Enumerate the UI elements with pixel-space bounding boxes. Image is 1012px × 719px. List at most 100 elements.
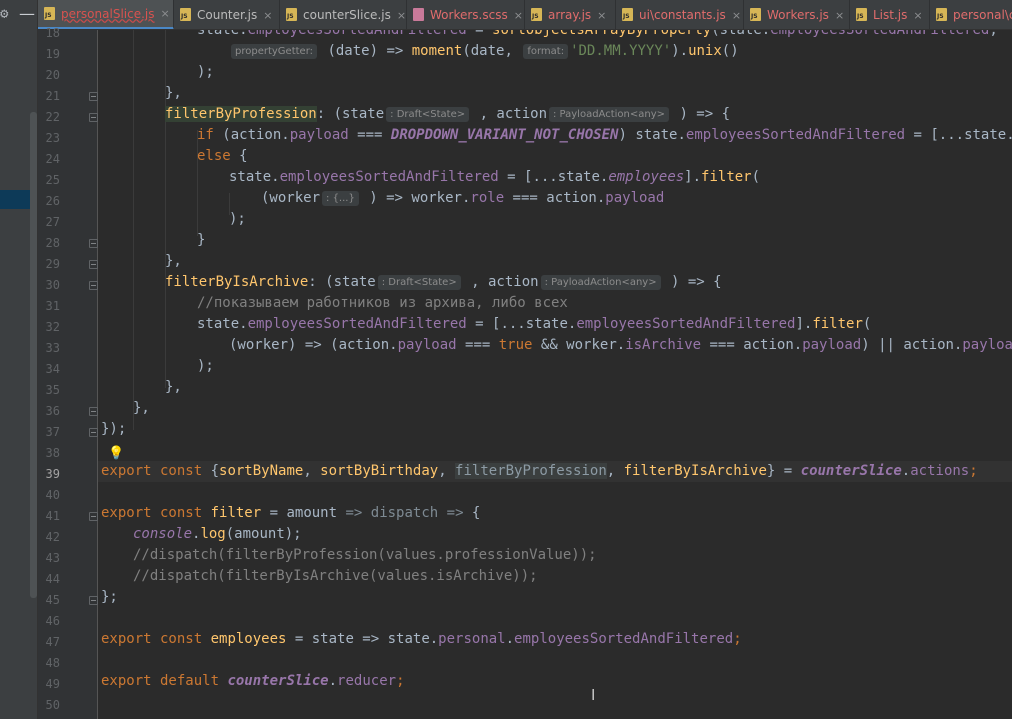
tab-label: personalSlice.js bbox=[61, 6, 155, 21]
line-number: 19 bbox=[45, 47, 60, 61]
code-line-35[interactable]: }, bbox=[165, 377, 182, 398]
code-line-23[interactable]: if (action.payload === DROPDOWN_VARIANT_… bbox=[197, 125, 1012, 146]
line-number: 43 bbox=[45, 551, 60, 565]
close-icon[interactable]: × bbox=[263, 9, 272, 22]
code-line-32[interactable]: state.employeesSortedAndFiltered = [...s… bbox=[197, 314, 871, 335]
code-line-42[interactable]: console.log(amount); bbox=[133, 524, 302, 545]
line-number: 41 bbox=[45, 509, 60, 523]
line-number: 24 bbox=[45, 152, 60, 166]
type-hint: : PayloadAction<any> bbox=[549, 107, 670, 122]
code-line-47[interactable]: export const employees = state => state.… bbox=[101, 629, 742, 650]
line-number: 25 bbox=[45, 173, 60, 187]
tab-workers-scss[interactable]: Workers.scss × bbox=[407, 0, 525, 29]
type-hint: : Draft<State> bbox=[377, 275, 461, 290]
tab-ui-constants[interactable]: JS ui\constants.js × bbox=[616, 0, 744, 29]
line-number: 42 bbox=[45, 530, 60, 544]
code-line-21[interactable]: }, bbox=[165, 83, 182, 104]
code-line-20[interactable]: ); bbox=[197, 62, 214, 83]
project-toolbar: ⚙ — bbox=[0, 0, 38, 30]
fold-marker-icon[interactable] bbox=[89, 512, 98, 521]
code-line-36[interactable]: }, bbox=[133, 398, 150, 419]
parameter-hint: propertyGetter: bbox=[231, 44, 318, 59]
close-icon[interactable]: × bbox=[514, 9, 523, 22]
code-line-30[interactable]: filterByIsArchive: (state: Draft<State> … bbox=[165, 272, 722, 293]
line-number: 47 bbox=[45, 635, 60, 649]
code-line-25[interactable]: state.employeesSortedAndFiltered = [...s… bbox=[229, 167, 760, 188]
line-number: 44 bbox=[45, 572, 60, 586]
tab-label: Counter.js bbox=[197, 8, 258, 22]
tab-label: Workers.scss bbox=[430, 8, 508, 22]
fold-marker-icon[interactable] bbox=[89, 281, 98, 290]
tab-label: ui\constants.js bbox=[639, 8, 726, 22]
fold-marker-icon[interactable] bbox=[89, 428, 98, 437]
line-number: 46 bbox=[45, 614, 60, 628]
fold-marker-icon[interactable] bbox=[89, 596, 98, 605]
line-number: 28 bbox=[45, 236, 60, 250]
line-number: 21 bbox=[45, 89, 60, 103]
code-line-24[interactable]: else { bbox=[197, 146, 248, 167]
tab-label: personal\c bbox=[953, 8, 1012, 22]
editor-tab-bar: JS personalSlice.js × JS Counter.js × JS… bbox=[38, 0, 1012, 30]
code-line-31[interactable]: //показываем работников из архива, либо … bbox=[197, 293, 568, 314]
code-line-26[interactable]: (worker: {...} ) => worker.role === acti… bbox=[261, 188, 664, 209]
scss-file-icon bbox=[413, 8, 426, 22]
line-number: 22 bbox=[45, 110, 60, 124]
code-line-43[interactable]: //dispatch(filterByProfession(values.pro… bbox=[133, 545, 597, 566]
fold-marker-icon[interactable] bbox=[89, 260, 98, 269]
code-line-39[interactable]: export const {sortByName, sortByBirthday… bbox=[101, 461, 978, 482]
type-hint: : PayloadAction<any> bbox=[540, 275, 661, 290]
fold-marker-icon[interactable] bbox=[89, 113, 98, 122]
code-line-34[interactable]: ); bbox=[197, 356, 214, 377]
code-editor[interactable]: state.employeesSortedAndFiltered = sortO… bbox=[98, 30, 1012, 719]
code-line-22[interactable]: filterByProfession: (state: Draft<State>… bbox=[165, 104, 730, 125]
tab-label: array.js bbox=[548, 8, 592, 22]
tab-counter[interactable]: JS Counter.js × bbox=[174, 0, 280, 29]
tab-label: List.js bbox=[873, 8, 908, 22]
close-icon[interactable]: × bbox=[732, 9, 741, 22]
line-number-gutter: 18 19 20 21 22 23 24 25 26 27 28 29 30 3… bbox=[38, 26, 124, 719]
type-hint: : {...} bbox=[322, 191, 359, 206]
code-line-49[interactable]: export default counterSlice.reducer; bbox=[101, 671, 405, 692]
project-scrollbar[interactable] bbox=[30, 112, 37, 598]
line-number: 30 bbox=[45, 278, 60, 292]
line-number: 38 bbox=[45, 446, 60, 460]
gear-icon[interactable]: ⚙ bbox=[0, 7, 13, 21]
close-icon[interactable]: × bbox=[835, 9, 844, 22]
line-number: 49 bbox=[45, 677, 60, 691]
close-icon[interactable]: × bbox=[397, 9, 406, 22]
line-number: 31 bbox=[45, 299, 60, 313]
tab-label: Workers.js bbox=[767, 8, 829, 22]
code-line-28[interactable]: } bbox=[197, 230, 205, 251]
js-file-icon: JS bbox=[180, 8, 193, 22]
code-line-27[interactable]: ); bbox=[229, 209, 246, 230]
line-number: 45 bbox=[45, 593, 60, 607]
line-number: 34 bbox=[45, 362, 60, 376]
js-file-icon: JS bbox=[622, 8, 635, 22]
minimize-icon[interactable]: — bbox=[19, 6, 35, 22]
tab-personal-c[interactable]: JS personal\c bbox=[930, 0, 1012, 29]
code-line-19[interactable]: propertyGetter: (date) => moment(date, f… bbox=[229, 41, 739, 62]
tab-counterslice[interactable]: JS counterSlice.js × bbox=[280, 0, 407, 29]
code-line-33[interactable]: (worker) => (action.payload === true && … bbox=[229, 335, 1012, 356]
close-icon[interactable]: × bbox=[597, 9, 606, 22]
code-line-18[interactable]: state.employeesSortedAndFiltered = sortO… bbox=[197, 30, 1012, 41]
selected-tree-row[interactable] bbox=[0, 190, 30, 209]
fold-marker-icon[interactable] bbox=[89, 407, 98, 416]
code-line-44[interactable]: //dispatch(filterByIsArchive(values.isAr… bbox=[133, 566, 538, 587]
code-line-41[interactable]: export const filter = amount => dispatch… bbox=[101, 503, 480, 524]
line-number: 18 bbox=[45, 26, 60, 40]
line-number: 27 bbox=[45, 215, 60, 229]
js-file-icon: JS bbox=[44, 6, 57, 21]
code-line-37[interactable]: }); bbox=[101, 419, 126, 440]
close-icon[interactable]: × bbox=[913, 9, 922, 22]
code-line-29[interactable]: }, bbox=[165, 251, 182, 272]
tab-workers-js[interactable]: JS Workers.js × bbox=[744, 0, 850, 29]
line-number: 20 bbox=[45, 68, 60, 82]
tab-array[interactable]: JS array.js × bbox=[525, 0, 616, 29]
code-line-45[interactable]: }; bbox=[101, 587, 118, 608]
fold-marker-icon[interactable] bbox=[89, 92, 98, 101]
tab-list[interactable]: JS List.js × bbox=[850, 0, 930, 29]
fold-marker-icon[interactable] bbox=[89, 239, 98, 248]
js-file-icon: JS bbox=[936, 8, 949, 22]
close-icon[interactable]: × bbox=[161, 7, 170, 20]
